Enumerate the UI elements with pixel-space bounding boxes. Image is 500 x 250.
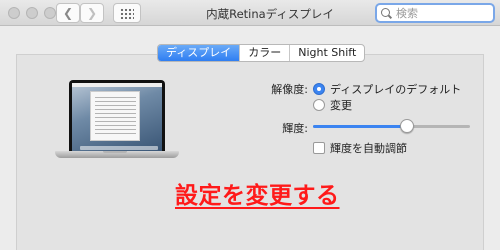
auto-brightness-label: 輝度を自動調節 xyxy=(330,142,407,155)
brightness-slider-fill xyxy=(313,125,408,128)
minimize-window-button[interactable] xyxy=(26,7,38,19)
laptop-illustration xyxy=(55,80,179,170)
brightness-label: 輝度: xyxy=(282,122,308,135)
title-bar: ❮ ❯ 内蔵Retinaディスプレイ xyxy=(0,0,500,26)
annotation-text: 設定を変更する xyxy=(175,183,340,209)
auto-brightness-option[interactable]: 輝度を自動調節 xyxy=(313,140,407,156)
tab-color[interactable]: カラー xyxy=(240,45,291,61)
grid-icon xyxy=(120,8,134,19)
radio-selected-icon[interactable] xyxy=(313,83,325,95)
resolution-scaled-option[interactable]: 変更 xyxy=(313,97,352,113)
document-window-preview xyxy=(90,91,140,141)
tab-display[interactable]: ディスプレイ xyxy=(158,45,241,61)
resolution-scaled-label: 変更 xyxy=(330,99,352,112)
search-icon xyxy=(381,7,392,19)
resolution-label: 解像度: xyxy=(271,83,308,96)
resolution-default-option[interactable]: ディスプレイのデフォルト xyxy=(313,81,461,97)
laptop-screen xyxy=(69,80,165,151)
search-input[interactable] xyxy=(396,6,486,20)
window-title: 内蔵Retinaディスプレイ xyxy=(206,7,334,21)
zoom-window-button[interactable] xyxy=(44,7,56,19)
forward-button[interactable]: ❯ xyxy=(80,3,104,23)
close-window-button[interactable] xyxy=(8,7,20,19)
back-button[interactable]: ❮ xyxy=(56,3,80,23)
brightness-slider[interactable] xyxy=(313,119,470,133)
desktop-preview xyxy=(72,83,162,151)
show-all-button[interactable] xyxy=(113,3,141,23)
tab-bar: ディスプレイ カラー Night Shift xyxy=(157,44,366,62)
search-field[interactable] xyxy=(375,3,495,23)
laptop-base xyxy=(55,151,179,158)
menu-bar-preview xyxy=(72,83,162,87)
auto-brightness-checkbox[interactable] xyxy=(313,142,325,154)
resolution-default-label: ディスプレイのデフォルト xyxy=(330,83,462,96)
tab-night-shift[interactable]: Night Shift xyxy=(290,45,364,61)
chevron-left-icon: ❮ xyxy=(62,6,74,20)
dock-preview xyxy=(80,146,158,150)
chevron-right-icon: ❯ xyxy=(86,6,98,20)
radio-unselected-icon[interactable] xyxy=(313,99,325,111)
